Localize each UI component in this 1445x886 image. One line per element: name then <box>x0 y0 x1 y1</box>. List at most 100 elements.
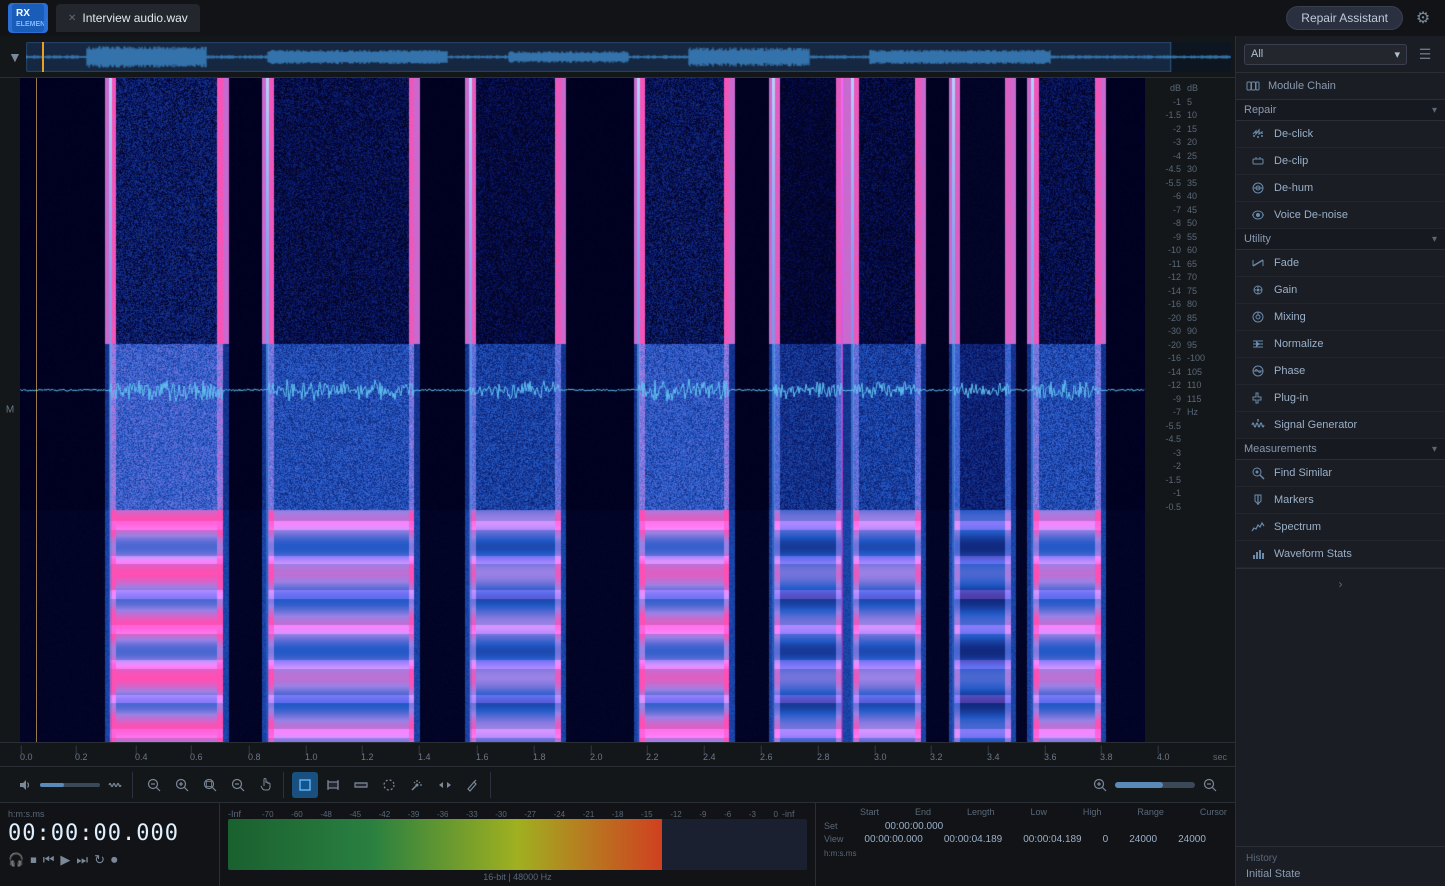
module-item-de-clip[interactable]: De-clip <box>1236 148 1445 175</box>
module-item-spectrum[interactable]: Spectrum <box>1236 514 1445 541</box>
spectrogram-container[interactable]: M dB -1 -1.5 -2 -3 -4 -4.5 -5.5 -6 -7 -8… <box>0 78 1235 742</box>
de-hum-icon <box>1250 180 1266 196</box>
module-item-signal-gen[interactable]: Signal Generator <box>1236 412 1445 439</box>
plugin-label: Plug-in <box>1274 392 1308 404</box>
time-tick-08: 0.8 <box>248 752 261 762</box>
stop-btn[interactable]: ⏹ <box>30 852 37 868</box>
module-item-mixing[interactable]: Mixing <box>1236 304 1445 331</box>
module-item-waveform-stats[interactable]: Waveform Stats <box>1236 541 1445 568</box>
select-time-btn[interactable] <box>320 772 346 798</box>
zoom-out-btn[interactable] <box>141 772 167 798</box>
section-header-utility[interactable]: Utility ▾ <box>1236 229 1445 250</box>
module-item-fade[interactable]: Fade <box>1236 250 1445 277</box>
module-chain-label: Module Chain <box>1268 80 1336 92</box>
main-layout: ▼ M dB -1 -1.5 -2 -3 <box>0 36 1445 886</box>
sidebar-filter-dropdown[interactable]: All ▾ <box>1244 44 1407 65</box>
section-header-repair[interactable]: Repair ▾ <box>1236 100 1445 121</box>
volume-slider-container[interactable] <box>40 783 100 787</box>
info-high-header: High <box>1083 807 1102 817</box>
module-chain-row[interactable]: Module Chain <box>1236 73 1445 100</box>
history-item-initial[interactable]: Initial State <box>1246 868 1435 880</box>
play-btn[interactable]: ▶ <box>60 852 70 868</box>
tab-label: Interview audio.wav <box>82 11 187 25</box>
overview-arrow[interactable]: ▼ <box>4 49 26 65</box>
pencil-btn[interactable] <box>460 772 486 798</box>
spectrum-label: Spectrum <box>1274 521 1321 533</box>
attenuate-btn[interactable] <box>432 772 458 798</box>
fast-forward-btn[interactable]: ⏭ <box>76 852 88 868</box>
info-low-header: Low <box>1030 807 1047 817</box>
section-repair-chevron: ▾ <box>1432 105 1437 116</box>
time-tick-20: 2.0 <box>590 752 603 762</box>
module-item-find-similar[interactable]: Find Similar <box>1236 460 1445 487</box>
waveform-toggle-btn[interactable] <box>102 772 128 798</box>
left-axis: M <box>0 78 20 742</box>
module-item-de-click[interactable]: De-click <box>1236 121 1445 148</box>
rewind-btn[interactable]: ⏮ <box>43 852 55 868</box>
select-rect-btn[interactable] <box>292 772 318 798</box>
zoom-in-btn[interactable] <box>169 772 195 798</box>
lasso-btn[interactable] <box>376 772 402 798</box>
history-title: History <box>1246 853 1435 864</box>
info-time-format: h:m:s.ms <box>824 849 1227 858</box>
section-header-measurements[interactable]: Measurements ▾ <box>1236 439 1445 460</box>
volume-slider[interactable] <box>40 783 100 787</box>
db-axis: dB -1 -1.5 -2 -3 -4 -4.5 -5.5 -6 -7 -8 -… <box>1145 78 1185 742</box>
module-item-markers[interactable]: Markers <box>1236 487 1445 514</box>
time-tick-24: 2.4 <box>703 752 716 762</box>
fade-icon <box>1250 255 1266 271</box>
spectrogram-wrapper[interactable] <box>20 78 1145 742</box>
view-zoom-in-btn[interactable] <box>1087 772 1113 798</box>
overview-bar: ▼ <box>0 36 1235 78</box>
spectrogram-canvas[interactable] <box>20 78 1145 742</box>
time-tick-30: 3.0 <box>874 752 887 762</box>
headphone-btn[interactable]: 🎧 <box>8 852 24 868</box>
select-freq-btn[interactable] <box>348 772 374 798</box>
module-item-plugin[interactable]: Plug-in <box>1236 385 1445 412</box>
repair-assistant-button[interactable]: Repair Assistant <box>1286 6 1403 30</box>
axis-m-label: M <box>6 405 14 416</box>
overview-playhead <box>42 42 44 72</box>
module-item-de-hum[interactable]: De-hum <box>1236 175 1445 202</box>
signal-gen-label: Signal Generator <box>1274 419 1357 431</box>
time-tick-34: 3.4 <box>987 752 1000 762</box>
markers-label: Markers <box>1274 494 1314 506</box>
selection-group <box>288 772 491 798</box>
time-display: 00:00:00.000 <box>8 821 211 846</box>
overview-waveform[interactable] <box>26 42 1231 72</box>
sidebar-filter-chevron: ▾ <box>1394 48 1400 61</box>
module-item-phase[interactable]: Phase <box>1236 358 1445 385</box>
expand-sidebar-btn[interactable]: › <box>1236 568 1445 599</box>
svg-text:RX: RX <box>16 8 30 19</box>
info-end-header: End <box>915 807 931 817</box>
plugin-icon <box>1250 390 1266 406</box>
info-set-row: Set 00:00:00.000 <box>824 821 1227 832</box>
find-similar-icon <box>1250 465 1266 481</box>
meter-fill <box>228 819 662 870</box>
info-view-low: 0 <box>1103 834 1109 845</box>
module-item-gain[interactable]: Gain <box>1236 277 1445 304</box>
module-item-voice-denoise[interactable]: Voice De-noise <box>1236 202 1445 229</box>
pan-btn[interactable] <box>253 772 279 798</box>
info-cursor-header: Cursor <box>1200 807 1227 817</box>
header-settings-icon[interactable]: ⚙ <box>1409 4 1437 32</box>
zoom-sel-btn[interactable] <box>225 772 251 798</box>
tab-interview-audio[interactable]: ✕ Interview audio.wav <box>56 4 200 32</box>
zoom-fit-btn[interactable] <box>197 772 223 798</box>
normalize-label: Normalize <box>1274 338 1324 350</box>
record-btn[interactable]: ⏺ <box>111 852 118 868</box>
sidebar-menu-btn[interactable]: ☰ <box>1413 42 1437 66</box>
info-view-range: 24000 <box>1178 834 1206 845</box>
time-tick-12: 1.2 <box>361 752 374 762</box>
section-measurements-label: Measurements <box>1244 443 1317 455</box>
volume-icon[interactable] <box>12 772 38 798</box>
meter-bar <box>228 819 807 870</box>
view-zoom-out-btn[interactable] <box>1197 772 1223 798</box>
loop-btn[interactable]: ↻ <box>94 852 105 868</box>
tab-close-icon[interactable]: ✕ <box>68 13 76 24</box>
section-measurements-chevron: ▾ <box>1432 444 1437 455</box>
magic-wand-btn[interactable] <box>404 772 430 798</box>
view-zoom-slider[interactable] <box>1115 782 1195 788</box>
module-item-normalize[interactable]: Normalize <box>1236 331 1445 358</box>
right-sidebar: All ▾ ☰ Module Chain Repair ▾ <box>1235 36 1445 886</box>
